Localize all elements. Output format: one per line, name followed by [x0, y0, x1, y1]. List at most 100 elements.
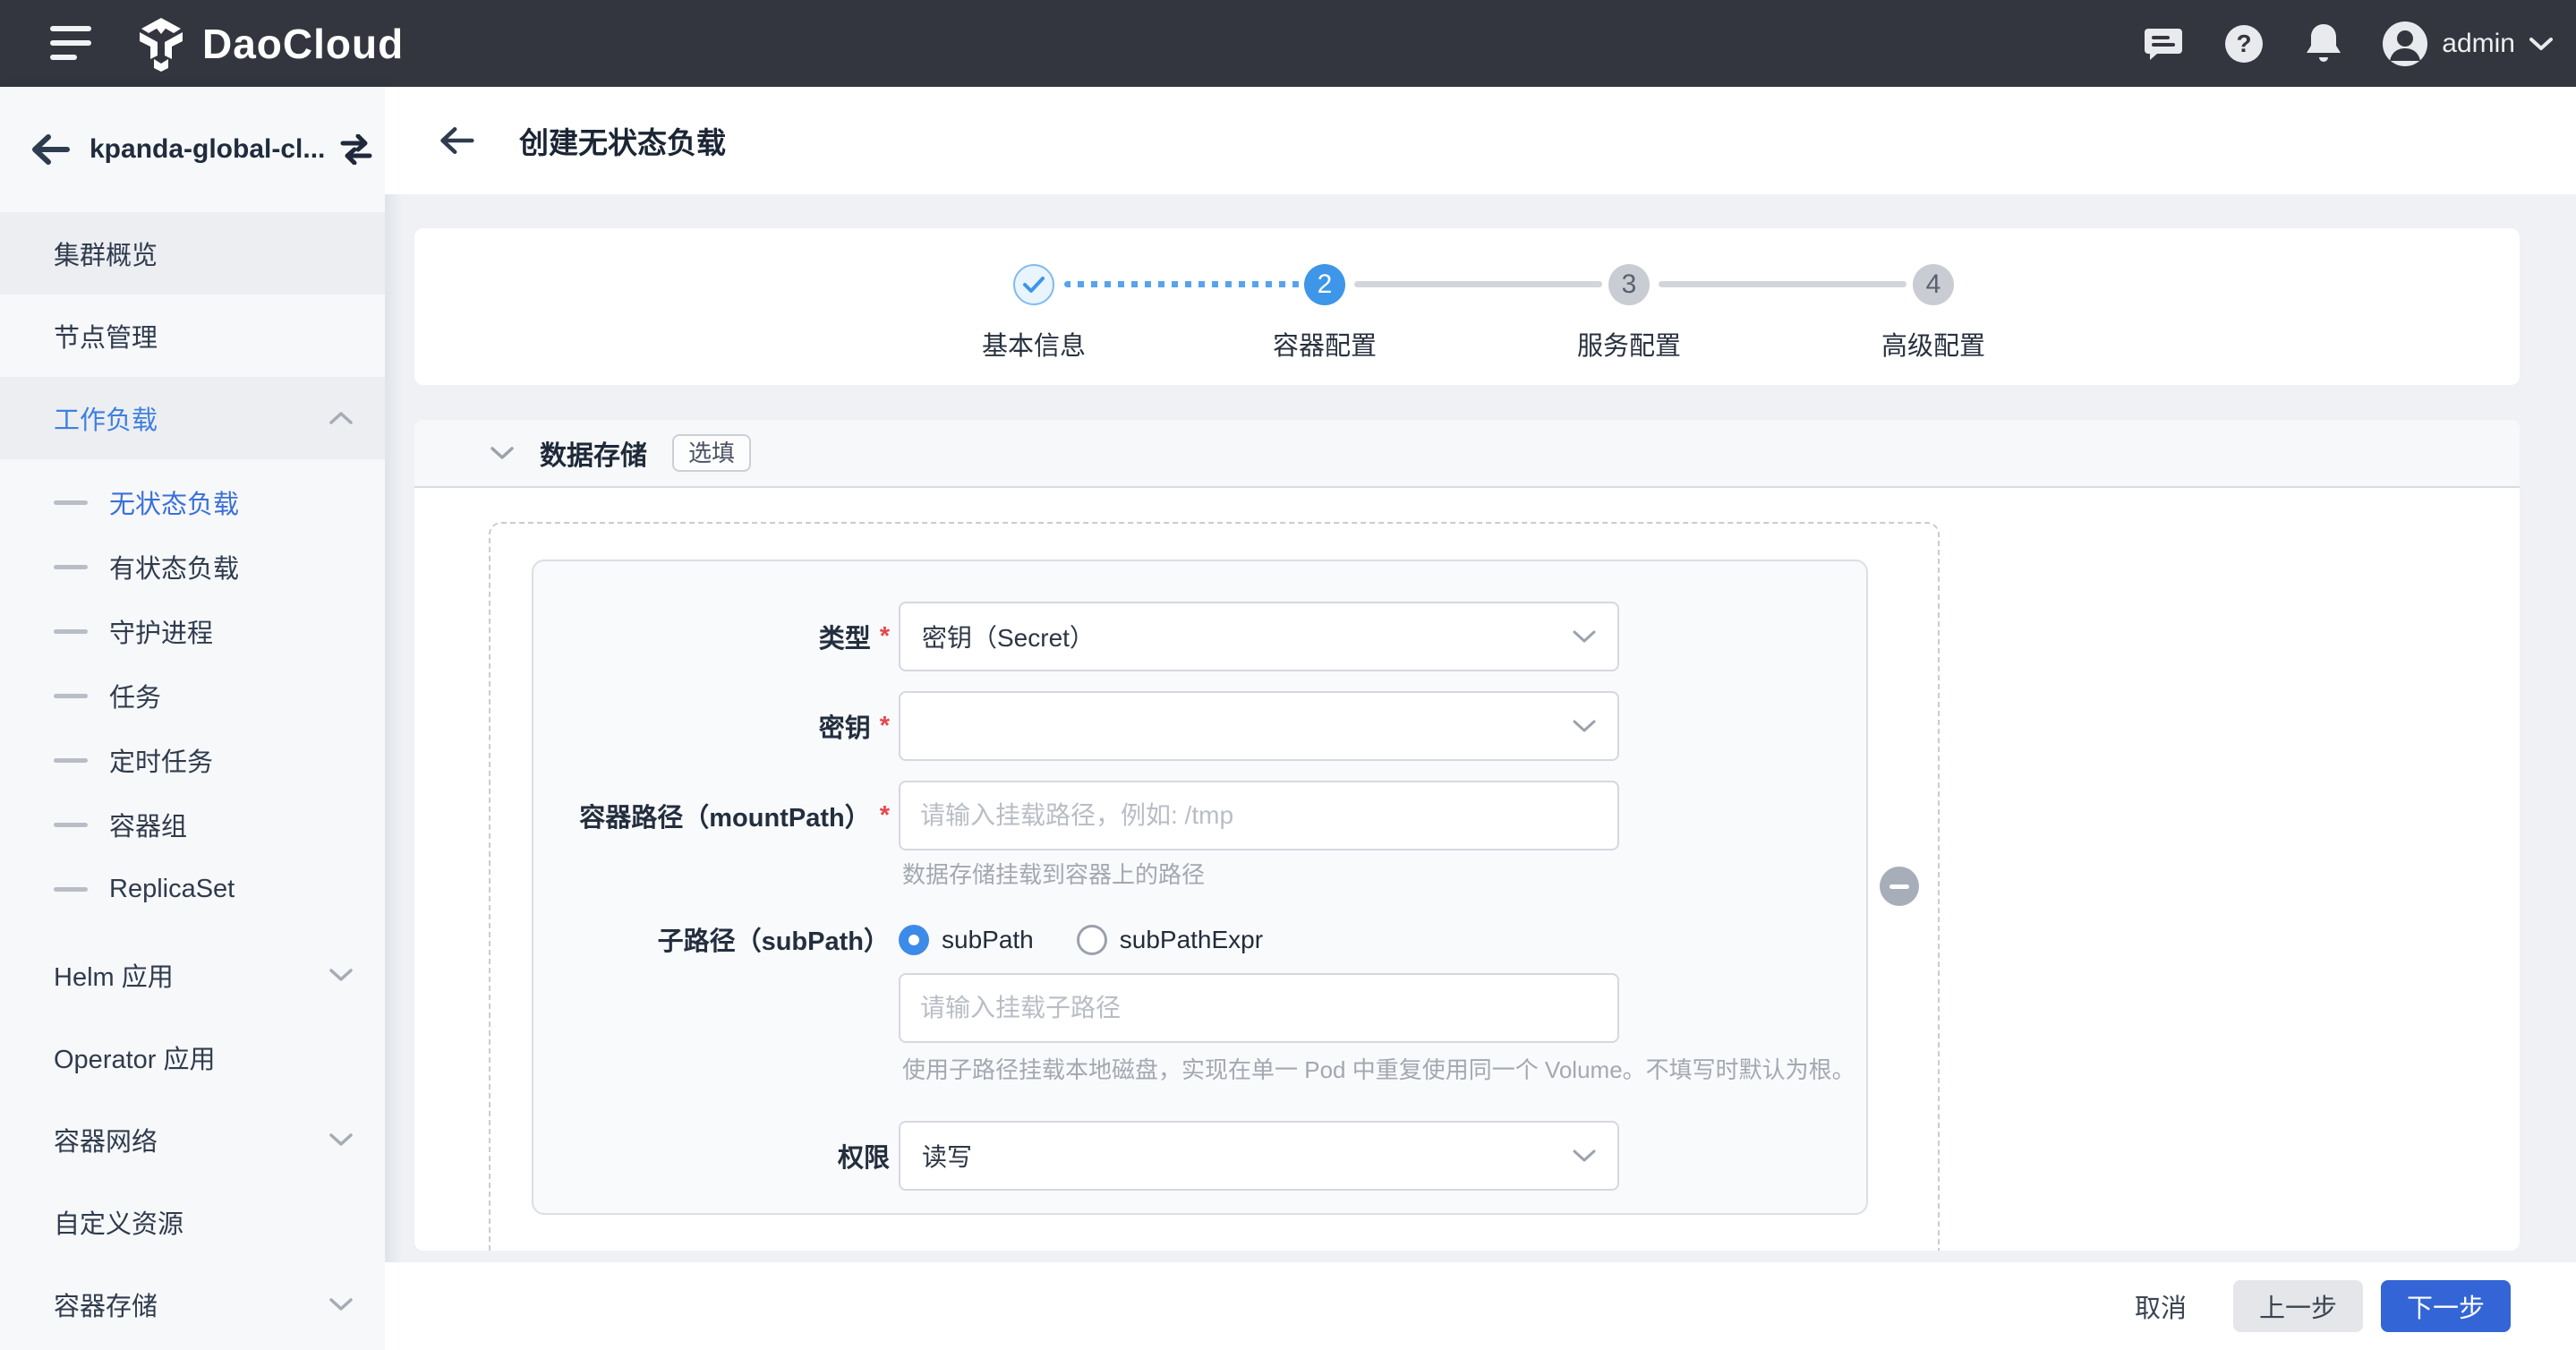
- brand[interactable]: DaoCloud: [136, 0, 404, 87]
- help-icon[interactable]: ?: [2223, 23, 2265, 64]
- step-4-label: 高级配置: [1881, 332, 1985, 361]
- cluster-name: kpanda-global-cl...: [90, 134, 326, 164]
- cancel-button[interactable]: 取消: [2126, 1287, 2196, 1325]
- type-select-value: 密钥（Secret）: [922, 624, 1095, 652]
- page-header: 创建无状态负载: [385, 87, 2576, 194]
- page-back-button[interactable]: [439, 126, 474, 155]
- sidebar-item-node-management[interactable]: 节点管理: [0, 295, 385, 377]
- sidebar-item-cluster-overview[interactable]: 集群概览: [0, 212, 385, 295]
- chevron-down-icon: [329, 968, 353, 982]
- sidebar-item-container-storage[interactable]: 容器存储: [0, 1263, 385, 1346]
- dash-icon: [54, 822, 88, 827]
- secret-select[interactable]: [899, 691, 1619, 761]
- step-2-circle[interactable]: 2: [1304, 264, 1345, 305]
- form-card: 数据存储 选填 类型 * 密钥（Secret） 密钥 * 容器路径（mountP…: [414, 420, 2520, 1251]
- subpath-radio[interactable]: [899, 925, 929, 955]
- step-1-done-check-icon[interactable]: [1013, 264, 1054, 305]
- chevron-down-icon: [1573, 1149, 1596, 1162]
- sidebar-item-statefulsets[interactable]: 有状态负载: [0, 534, 385, 599]
- mount-path-helper: 数据存储挂载到容器上的路径: [902, 861, 1206, 888]
- subpathexpr-radio[interactable]: [1076, 925, 1107, 955]
- next-step-button[interactable]: 下一步: [2381, 1280, 2511, 1332]
- sidebar-item-daemonsets[interactable]: 守护进程: [0, 599, 385, 663]
- step-connector: [1659, 281, 1906, 287]
- section-title: 数据存储: [540, 441, 647, 471]
- permission-select[interactable]: 读写: [899, 1121, 1619, 1191]
- subpath-radio-label[interactable]: subPath: [942, 926, 1034, 954]
- step-3-circle[interactable]: 3: [1608, 264, 1650, 305]
- sidebar-item-deployments[interactable]: 无状态负载: [0, 470, 385, 534]
- sub-path-helper: 使用子路径挂载本地磁盘，实现在单一 Pod 中重复使用同一个 Volume。不填…: [902, 1056, 1855, 1083]
- sidebar-nav: 集群概览 节点管理 工作负载 无状态负载 有状态负载 守护进程 任务 定时任务 …: [0, 212, 385, 1346]
- optional-badge: 选填: [672, 434, 752, 472]
- dash-icon: [54, 757, 88, 763]
- dash-icon: [54, 564, 88, 569]
- sidebar-item-cronjobs[interactable]: 定时任务: [0, 728, 385, 792]
- step-3-label: 服务配置: [1576, 332, 1681, 361]
- sidebar-item-operator-apps[interactable]: Operator 应用: [0, 1016, 385, 1098]
- workload-submenu: 无状态负载 有状态负载 守护进程 任务 定时任务 容器组 ReplicaSet: [0, 470, 385, 921]
- required-asterisk: *: [879, 621, 890, 651]
- previous-step-button[interactable]: 上一步: [2233, 1280, 2363, 1332]
- mount-path-label: 容器路径（mountPath） *: [579, 800, 890, 833]
- subpathexpr-radio-label[interactable]: subPathExpr: [1120, 926, 1263, 954]
- sidebar: kpanda-global-cl... 集群概览 节点管理 工作负载 无状态负载: [0, 87, 385, 1350]
- username: admin: [2442, 28, 2515, 58]
- required-asterisk: *: [879, 800, 890, 830]
- step-2-label: 容器配置: [1272, 332, 1377, 361]
- chevron-down-icon: [1573, 630, 1596, 643]
- sub-path-label: 子路径（subPath）: [657, 927, 890, 956]
- chevron-down-icon: [329, 1297, 353, 1312]
- messages-icon[interactable]: [2143, 23, 2184, 64]
- chevron-down-icon: [1573, 720, 1596, 732]
- daocloud-logo-icon: [136, 16, 186, 72]
- step-connector-done: [1064, 281, 1301, 287]
- volume-item-card: 类型 * 密钥（Secret） 密钥 * 容器路径（mountPath） * 请…: [532, 560, 1868, 1215]
- mount-path-input[interactable]: [899, 781, 1619, 850]
- chevron-down-icon: [490, 445, 515, 461]
- page-title: 创建无状态负载: [519, 126, 726, 159]
- svg-text:?: ?: [2237, 30, 2252, 57]
- sidebar-item-pods[interactable]: 容器组: [0, 792, 385, 857]
- remove-volume-button[interactable]: [1880, 867, 1919, 906]
- stepper: 2 3 4 基本信息 容器配置 服务配置 高级配置: [414, 228, 2520, 385]
- chevron-down-icon: [2529, 37, 2553, 51]
- type-select[interactable]: 密钥（Secret）: [899, 602, 1619, 671]
- chevron-up-icon: [329, 411, 353, 425]
- section-data-storage-header[interactable]: 数据存储 选填: [414, 420, 2520, 488]
- permission-label: 权限: [837, 1144, 890, 1173]
- avatar: [2383, 21, 2428, 66]
- sidebar-item-workloads[interactable]: 工作负载: [0, 377, 385, 459]
- sidebar-item-helm-apps[interactable]: Helm 应用: [0, 934, 385, 1016]
- notifications-icon[interactable]: [2304, 22, 2343, 65]
- dash-icon: [54, 500, 88, 505]
- dash-icon: [54, 693, 88, 698]
- cluster-back-button[interactable]: [30, 134, 70, 165]
- type-label: 类型 *: [818, 621, 890, 654]
- dash-icon: [54, 628, 88, 634]
- sidebar-item-jobs[interactable]: 任务: [0, 663, 385, 728]
- dash-icon: [54, 886, 88, 892]
- wizard-footer: 取消 上一步 下一步: [385, 1262, 2576, 1350]
- volume-group: 类型 * 密钥（Secret） 密钥 * 容器路径（mountPath） * 请…: [489, 522, 1940, 1251]
- step-connector: [1354, 281, 1602, 287]
- step-4-circle[interactable]: 4: [1913, 264, 1954, 305]
- user-menu[interactable]: admin: [2383, 21, 2553, 66]
- step-1-label: 基本信息: [981, 332, 1086, 361]
- cluster-switch-icon[interactable]: [339, 134, 373, 165]
- brand-name: DaoCloud: [202, 20, 405, 67]
- chevron-down-icon: [329, 1132, 353, 1147]
- sub-path-input[interactable]: [899, 973, 1619, 1043]
- sidebar-item-custom-resources[interactable]: 自定义资源: [0, 1181, 385, 1263]
- permission-select-value: 读写: [922, 1143, 973, 1171]
- sidebar-item-container-network[interactable]: 容器网络: [0, 1098, 385, 1181]
- app-root: DaoCloud ? admin kpanda-global-cl... 集群概…: [0, 0, 2576, 1350]
- cluster-header: kpanda-global-cl...: [0, 87, 385, 212]
- topbar-actions: ? admin: [2143, 0, 2553, 87]
- sub-path-radio-group: subPath subPathExpr: [899, 924, 1263, 956]
- required-asterisk: *: [879, 711, 890, 740]
- topbar: DaoCloud ? admin: [0, 0, 2576, 87]
- sidebar-item-replicasets[interactable]: ReplicaSet: [0, 857, 385, 921]
- secret-label: 密钥 *: [818, 711, 890, 744]
- hamburger-menu-button[interactable]: [50, 24, 91, 62]
